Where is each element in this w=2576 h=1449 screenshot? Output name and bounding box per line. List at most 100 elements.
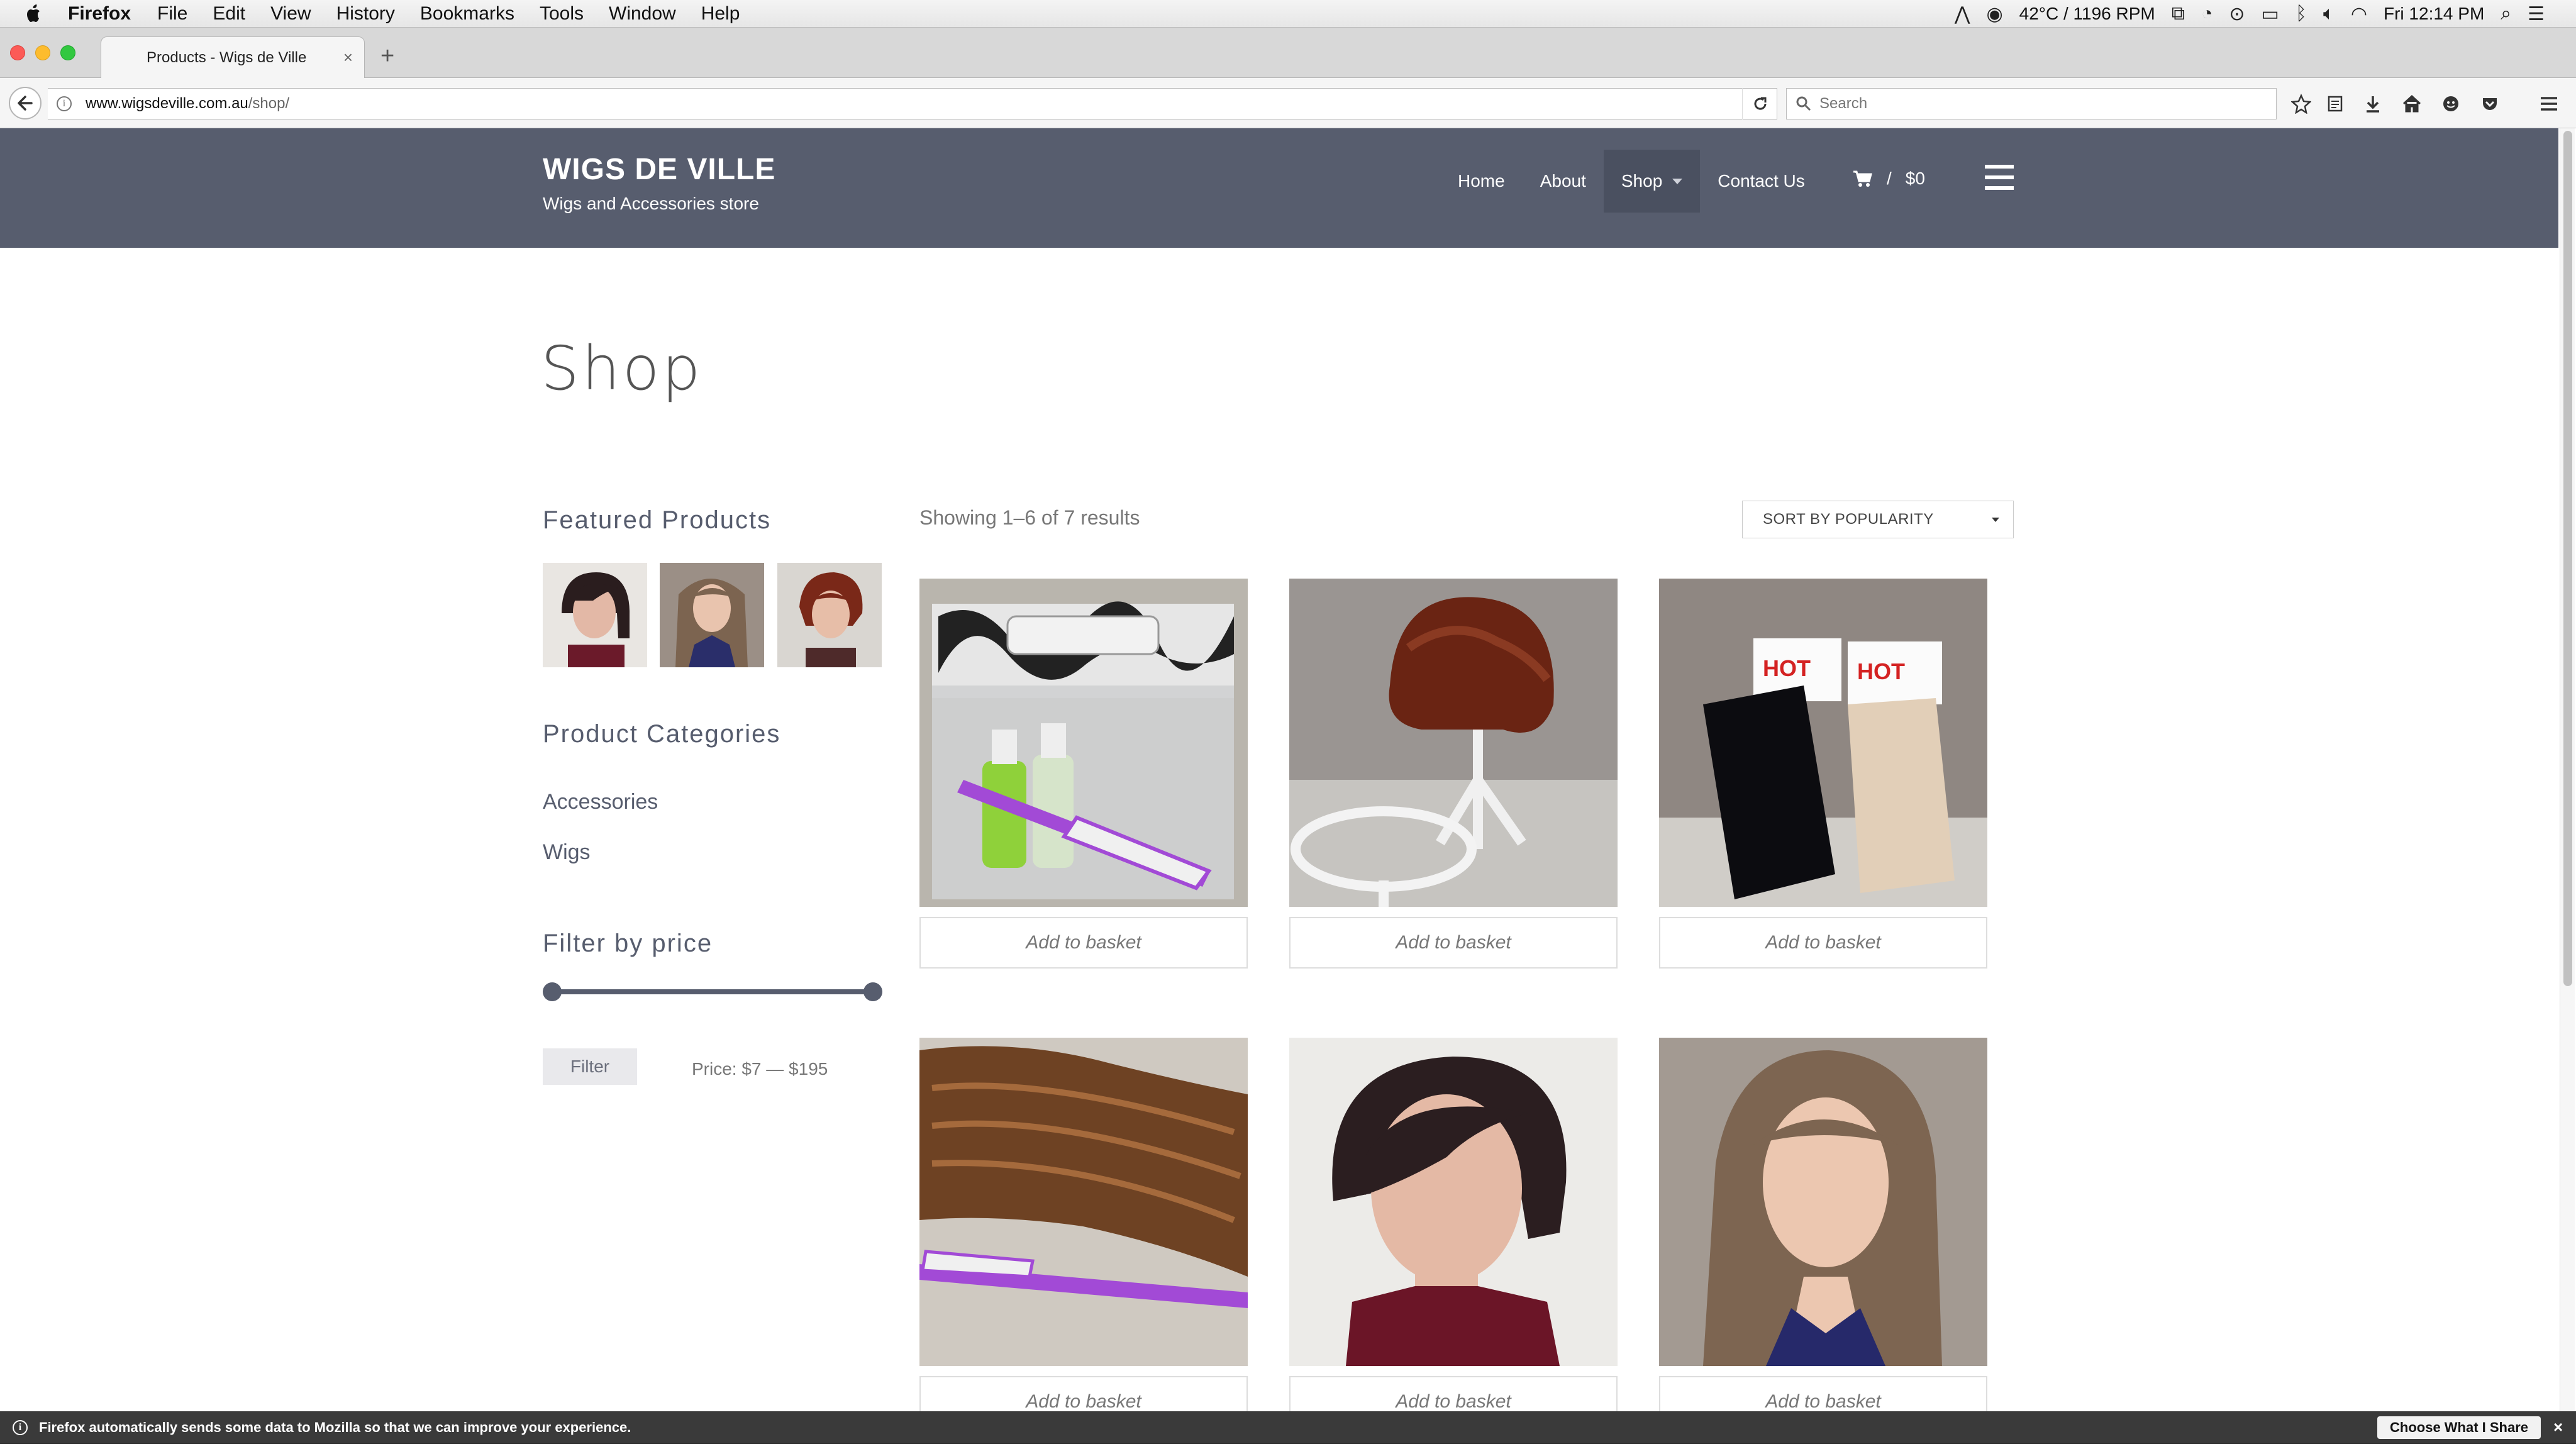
info-icon: i [13,1420,28,1435]
menu-view[interactable]: View [270,3,311,25]
cart-total: $0 [1905,169,1925,188]
product-card: Add to basket [1289,1038,1618,1428]
price-min-handle[interactable] [543,982,562,1001]
spotlight-search-icon[interactable]: ⌕ [2501,3,2511,25]
featured-product-thumb[interactable] [777,563,882,667]
product-image[interactable]: HOT HOT [1659,579,1987,907]
search-box[interactable] [1786,88,2277,119]
category-link-wigs[interactable]: Wigs [543,840,591,865]
url-domain: www.wigsdeville.com.au [86,95,248,112]
pocket-icon[interactable] [2478,92,2502,116]
notification-close-icon[interactable]: × [2553,1418,2563,1437]
temperature-fan-readout[interactable]: 42°C / 1196 RPM [2019,4,2155,24]
browser-tab-active[interactable]: Products - Wigs de Ville × [101,36,365,78]
wifi-icon[interactable]: ◠ [2351,3,2367,25]
category-link-accessories[interactable]: Accessories [543,790,658,814]
menu-app-firefox[interactable]: Firefox [68,3,131,25]
window-minimize-button[interactable] [35,45,50,60]
add-to-basket-button[interactable]: Add to basket [919,917,1248,969]
nav-about[interactable]: About [1523,150,1604,213]
bluetooth-icon[interactable]: ᛒ [2296,3,2307,25]
macos-menu-bar: Firefox File Edit View History Bookmarks… [0,0,2576,28]
menu-file[interactable]: File [157,3,187,25]
nav-contact-us[interactable]: Contact Us [1700,150,1823,213]
hello-chat-icon[interactable] [2439,92,2463,116]
timer-icon[interactable]: ⊙ [2229,3,2245,25]
menu-edit[interactable]: Edit [213,3,245,25]
product-image[interactable] [919,1038,1248,1366]
add-to-basket-button[interactable]: Add to basket [1289,917,1618,969]
featured-product-thumb[interactable] [660,563,764,667]
featured-product-thumb[interactable] [543,563,647,667]
globe-icon[interactable]: ◉ [1986,3,2002,25]
featured-products-title: Featured Products [543,506,772,534]
apple-menu-icon[interactable] [25,3,44,25]
reload-icon [1754,97,1767,110]
menu-help[interactable]: Help [701,3,740,25]
product-image[interactable] [1289,579,1618,907]
product-image[interactable] [1289,1038,1618,1366]
nav-shop-label: Shop [1621,171,1663,191]
sort-order-selected: SORT BY POPULARITY [1763,511,1934,528]
menu-bookmarks[interactable]: Bookmarks [420,3,514,25]
product-card: Add to basket [1659,1038,1987,1428]
add-to-basket-button[interactable]: Add to basket [1659,917,1987,969]
downloads-icon[interactable] [2361,92,2385,116]
page-title: Shop [541,333,703,404]
filter-button[interactable]: Filter [543,1048,637,1085]
site-tagline: Wigs and Accessories store [543,194,759,213]
nav-home[interactable]: Home [1440,150,1523,213]
choose-what-i-share-button[interactable]: Choose What I Share [2377,1416,2541,1439]
window-zoom-button[interactable] [60,45,75,60]
search-input[interactable] [1819,95,2260,113]
tab-title: Products - Wigs de Ville [147,48,307,66]
url-path: /shop/ [248,95,290,112]
product-card: HOT HOT Add to basket [1659,579,1987,969]
sort-order-select[interactable]: SORT BY POPULARITY [1742,501,2014,538]
reading-list-icon[interactable] [2323,92,2347,116]
product-card: Add to basket [1289,579,1618,969]
main-navigation: Home About Shop Contact Us [1440,150,1823,213]
menu-tools[interactable]: Tools [540,3,584,25]
volume-icon[interactable]: 🔈︎ [2323,3,2334,25]
header-cart[interactable]: / $0 [1853,169,1925,189]
address-bar[interactable]: i www.wigsdeville.com.au/shop/ [48,88,1777,119]
menu-window[interactable]: Window [609,3,676,25]
address-url[interactable]: www.wigsdeville.com.au/shop/ [86,95,289,113]
backup-icon[interactable]: ◔ [2201,3,2212,25]
notification-text: Firefox automatically sends some data to… [39,1419,631,1435]
window-close-button[interactable] [10,45,25,60]
reload-button[interactable] [1742,88,1777,119]
product-card: Add to basket [919,579,1248,969]
browser-navigation-bar: i www.wigsdeville.com.au/shop/ [0,78,2576,128]
bookmark-star-icon[interactable] [2289,92,2313,116]
site-info-icon[interactable]: i [57,96,72,111]
dropdown-caret-icon [1672,178,1683,184]
price-max-handle[interactable] [863,982,882,1001]
sync-icon[interactable]: ⧉ [2172,3,2185,25]
select-caret-icon [1992,518,1999,522]
svg-text:HOT: HOT [1857,658,1905,684]
svg-text:HOT: HOT [1763,655,1811,681]
menu-history[interactable]: History [336,3,395,25]
clock[interactable]: Fri 12:14 PM [2384,4,2484,24]
airplay-icon[interactable]: ▭ [2261,3,2279,25]
scrollbar-thumb[interactable] [2563,131,2572,986]
site-title[interactable]: WIGS DE VILLE [543,152,775,187]
telemetry-notification-bar: i Firefox automatically sends some data … [0,1411,2576,1444]
new-tab-button[interactable]: + [380,44,394,68]
home-icon[interactable] [2400,92,2424,116]
site-menu-toggle-icon[interactable] [1985,165,2014,190]
menu-bar-status-area: ⋀ ◉ 42°C / 1196 RPM ⧉ ◔ ⊙ ▭ ᛒ 🔈︎ ◠ Fri 1… [1955,0,2545,28]
tab-close-icon[interactable]: × [343,48,353,67]
notification-center-icon[interactable]: ☰ [2528,3,2545,25]
hamburger-menu-icon[interactable] [2537,92,2561,116]
product-image[interactable] [919,579,1248,907]
product-image[interactable] [1659,1038,1987,1366]
page-scrollbar[interactable] [2560,128,2575,1411]
price-range-slider[interactable] [543,982,882,1001]
cart-separator: / [1887,169,1892,188]
back-button[interactable] [9,87,42,119]
nav-shop[interactable]: Shop [1603,150,1701,213]
adobe-icon[interactable]: ⋀ [1955,3,1970,25]
